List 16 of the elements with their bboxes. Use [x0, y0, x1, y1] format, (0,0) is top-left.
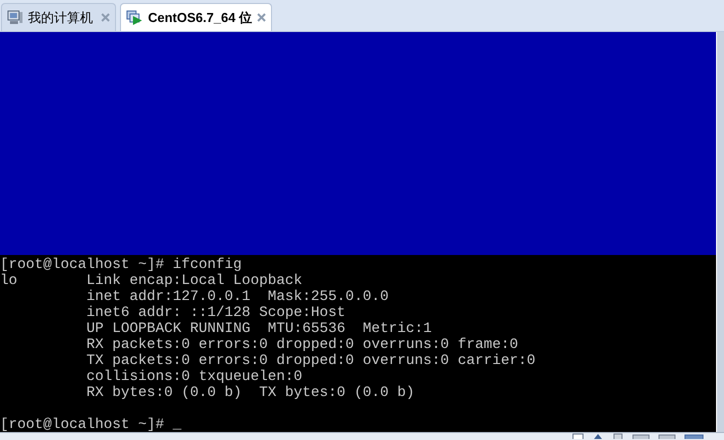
tab[interactable]: 我的计算机	[1, 3, 116, 31]
tab[interactable]: CentOS6.7_64 位	[120, 3, 272, 31]
terminal-line: inet6 addr: ::1/128 Scope:Host	[85, 305, 346, 321]
terminal-line: RX bytes:0 (0.0 b) TX bytes:0 (0.0 b)	[85, 385, 415, 401]
terminal-line: inet addr:127.0.0.1 Mask:255.0.0.0	[85, 289, 389, 305]
terminal-prompt: [root@localhost ~]# _	[0, 417, 182, 432]
terminal-line: UP LOOPBACK RUNNING MTU:65536 Metric:1	[85, 321, 432, 337]
virtual-machine-icon	[126, 9, 143, 26]
computer-icon	[7, 10, 23, 25]
terminal-line: RX packets:0 errors:0 dropped:0 overruns:0 frame:0	[85, 337, 518, 353]
close-icon[interactable]	[101, 13, 110, 22]
close-icon[interactable]	[257, 13, 266, 22]
terminal-line: [root@localhost ~]# ifconfig	[0, 257, 242, 273]
terminal-line: TX packets:0 errors:0 dropped:0 overruns:0 carrier:0	[85, 353, 536, 369]
terminal-line: lo Link encap:Local Loopback	[0, 273, 302, 289]
terminal-line: collisions:0 txqueuelen:0	[85, 369, 302, 385]
